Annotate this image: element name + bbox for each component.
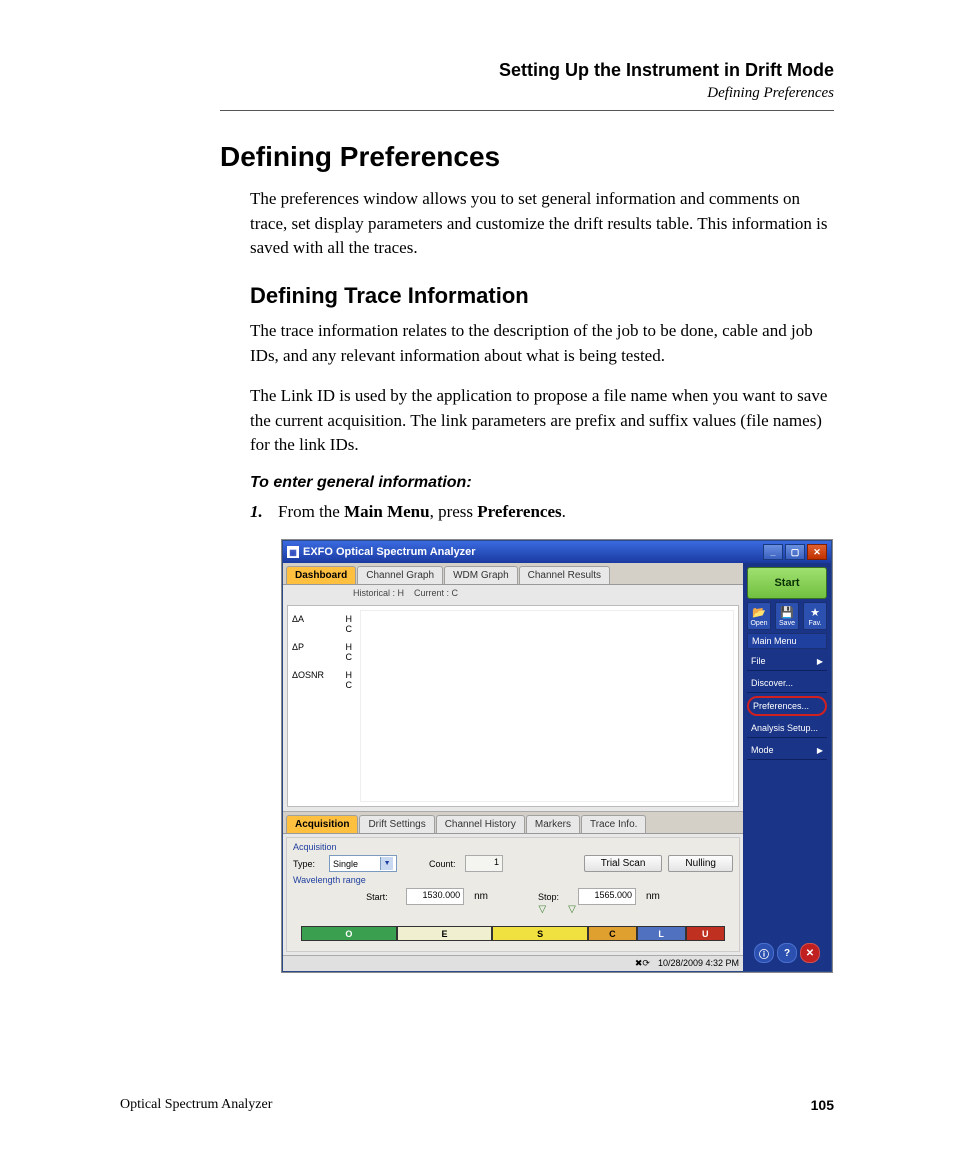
page-header: Setting Up the Instrument in Drift Mode …	[220, 60, 834, 111]
band-bar: O E S C L U	[301, 926, 725, 941]
folder-open-icon: 📂	[752, 606, 766, 619]
step-text: From the Main Menu, press Preferences.	[278, 502, 566, 522]
tab-markers[interactable]: Markers	[526, 815, 580, 833]
menu-analysis-setup[interactable]: Analysis Setup...	[747, 719, 827, 738]
app-body: Dashboard Channel Graph WDM Graph Channe…	[283, 563, 831, 971]
body-paragraph-2: The trace information relates to the des…	[250, 319, 834, 368]
count-field[interactable]: 1	[465, 855, 503, 872]
open-button[interactable]: 📂Open	[747, 602, 771, 630]
band-e[interactable]: E	[397, 926, 493, 941]
start-marker-icon[interactable]: ▽	[538, 904, 546, 915]
tab-acquisition[interactable]: Acquisition	[286, 815, 358, 833]
trial-scan-button[interactable]: Trial Scan	[584, 855, 663, 872]
maximize-button[interactable]: ▢	[785, 544, 805, 560]
tab-drift-settings[interactable]: Drift Settings	[359, 815, 434, 833]
body-paragraph-1: The preferences window allows you to set…	[250, 187, 834, 261]
status-timestamp: 10/28/2009 4:32 PM	[658, 958, 739, 969]
window-buttons: _ ▢ ✕	[763, 544, 827, 560]
top-tabs: Dashboard Channel Graph WDM Graph Channe…	[283, 563, 743, 585]
tab-dashboard[interactable]: Dashboard	[286, 566, 356, 584]
main-area: Dashboard Channel Graph WDM Graph Channe…	[283, 563, 743, 971]
acquisition-panel: Acquisition Type: Single ▼ Count: 1 Tria…	[286, 837, 740, 952]
window-titlebar: ▦ EXFO Optical Spectrum Analyzer _ ▢ ✕	[283, 541, 831, 563]
step-number: 1.	[250, 502, 268, 522]
band-o[interactable]: O	[301, 926, 397, 941]
tab-channel-history[interactable]: Channel History	[436, 815, 525, 833]
menu-file[interactable]: File▶	[747, 652, 827, 671]
instruction-heading: To enter general information:	[250, 474, 834, 492]
triangle-right-icon: ▶	[817, 746, 823, 755]
tab-trace-info[interactable]: Trace Info.	[581, 815, 646, 833]
main-menu-label: Main Menu	[747, 633, 827, 649]
chart-row-labels: ΔAHC ΔPHC ΔOSNRHC	[288, 606, 356, 806]
count-label: Count:	[429, 859, 459, 869]
page-footer: Optical Spectrum Analyzer 105	[120, 1097, 834, 1113]
start-field[interactable]: 1530.000	[406, 888, 464, 905]
menu-preferences[interactable]: Preferences...	[747, 696, 827, 716]
nulling-button[interactable]: Nulling	[668, 855, 733, 872]
app-screenshot: ▦ EXFO Optical Spectrum Analyzer _ ▢ ✕ D…	[282, 540, 832, 972]
step-1: 1. From the Main Menu, press Preferences…	[250, 502, 834, 522]
chart-legend: Historical : H Current : C	[283, 585, 743, 601]
menu-mode[interactable]: Mode▶	[747, 741, 827, 760]
footer-book-title: Optical Spectrum Analyzer	[120, 1097, 272, 1113]
band-c[interactable]: C	[588, 926, 637, 941]
tab-channel-graph[interactable]: Channel Graph	[357, 566, 443, 584]
minimize-button[interactable]: _	[763, 544, 783, 560]
bottom-tabs: Acquisition Drift Settings Channel Histo…	[283, 811, 743, 834]
wavelength-markers: ▽ ▽	[301, 908, 725, 918]
tab-channel-results[interactable]: Channel Results	[519, 566, 610, 584]
chapter-subtitle: Defining Preferences	[220, 85, 834, 102]
type-label: Type:	[293, 859, 323, 869]
statusbar: ✖⟳ 10/28/2009 4:32 PM	[283, 955, 743, 971]
side-panel: Start 📂Open 💾Save ★Fav. Main Menu File▶ …	[743, 563, 831, 971]
band-l[interactable]: L	[637, 926, 686, 941]
save-disk-icon: 💾	[780, 606, 794, 619]
body-paragraph-3: The Link ID is used by the application t…	[250, 384, 834, 458]
section-heading: Defining Preferences	[220, 141, 834, 173]
nm-unit: nm	[474, 891, 488, 902]
stop-field[interactable]: 1565.000	[578, 888, 636, 905]
stop-marker-icon[interactable]: ▽	[568, 904, 576, 915]
side-bottom-icons: ⓘ ? ✕	[747, 939, 827, 967]
nm-unit: nm	[646, 891, 660, 902]
start-button[interactable]: Start	[747, 567, 827, 599]
save-button[interactable]: 💾Save	[775, 602, 799, 630]
chart-empty-area	[360, 610, 734, 802]
info-button[interactable]: ⓘ	[754, 943, 774, 963]
star-icon: ★	[810, 606, 820, 619]
band-s[interactable]: S	[492, 926, 588, 941]
side-icon-row: 📂Open 💾Save ★Fav.	[747, 602, 827, 630]
chapter-title: Setting Up the Instrument in Drift Mode	[220, 60, 834, 81]
status-icon: ✖⟳	[635, 958, 650, 969]
band-u[interactable]: U	[686, 926, 725, 941]
stop-label: Stop:	[538, 892, 568, 902]
wavelength-group-label: Wavelength range	[293, 875, 733, 885]
type-combo[interactable]: Single ▼	[329, 855, 397, 872]
footer-page-number: 105	[811, 1097, 834, 1113]
chevron-down-icon: ▼	[380, 857, 393, 870]
window-title: EXFO Optical Spectrum Analyzer	[303, 546, 763, 558]
fav-button[interactable]: ★Fav.	[803, 602, 827, 630]
subsection-heading: Defining Trace Information	[250, 283, 834, 309]
document-page: Setting Up the Instrument in Drift Mode …	[0, 0, 954, 1159]
acq-group-label: Acquisition	[293, 842, 733, 852]
exit-button[interactable]: ✕	[800, 943, 820, 963]
help-button[interactable]: ?	[777, 943, 797, 963]
start-label: Start:	[366, 892, 396, 902]
tab-wdm-graph[interactable]: WDM Graph	[444, 566, 518, 584]
triangle-right-icon: ▶	[817, 657, 823, 666]
app-icon: ▦	[287, 546, 299, 558]
chart-panel: ΔAHC ΔPHC ΔOSNRHC	[287, 605, 739, 807]
close-button[interactable]: ✕	[807, 544, 827, 560]
menu-discover[interactable]: Discover...	[747, 674, 827, 693]
